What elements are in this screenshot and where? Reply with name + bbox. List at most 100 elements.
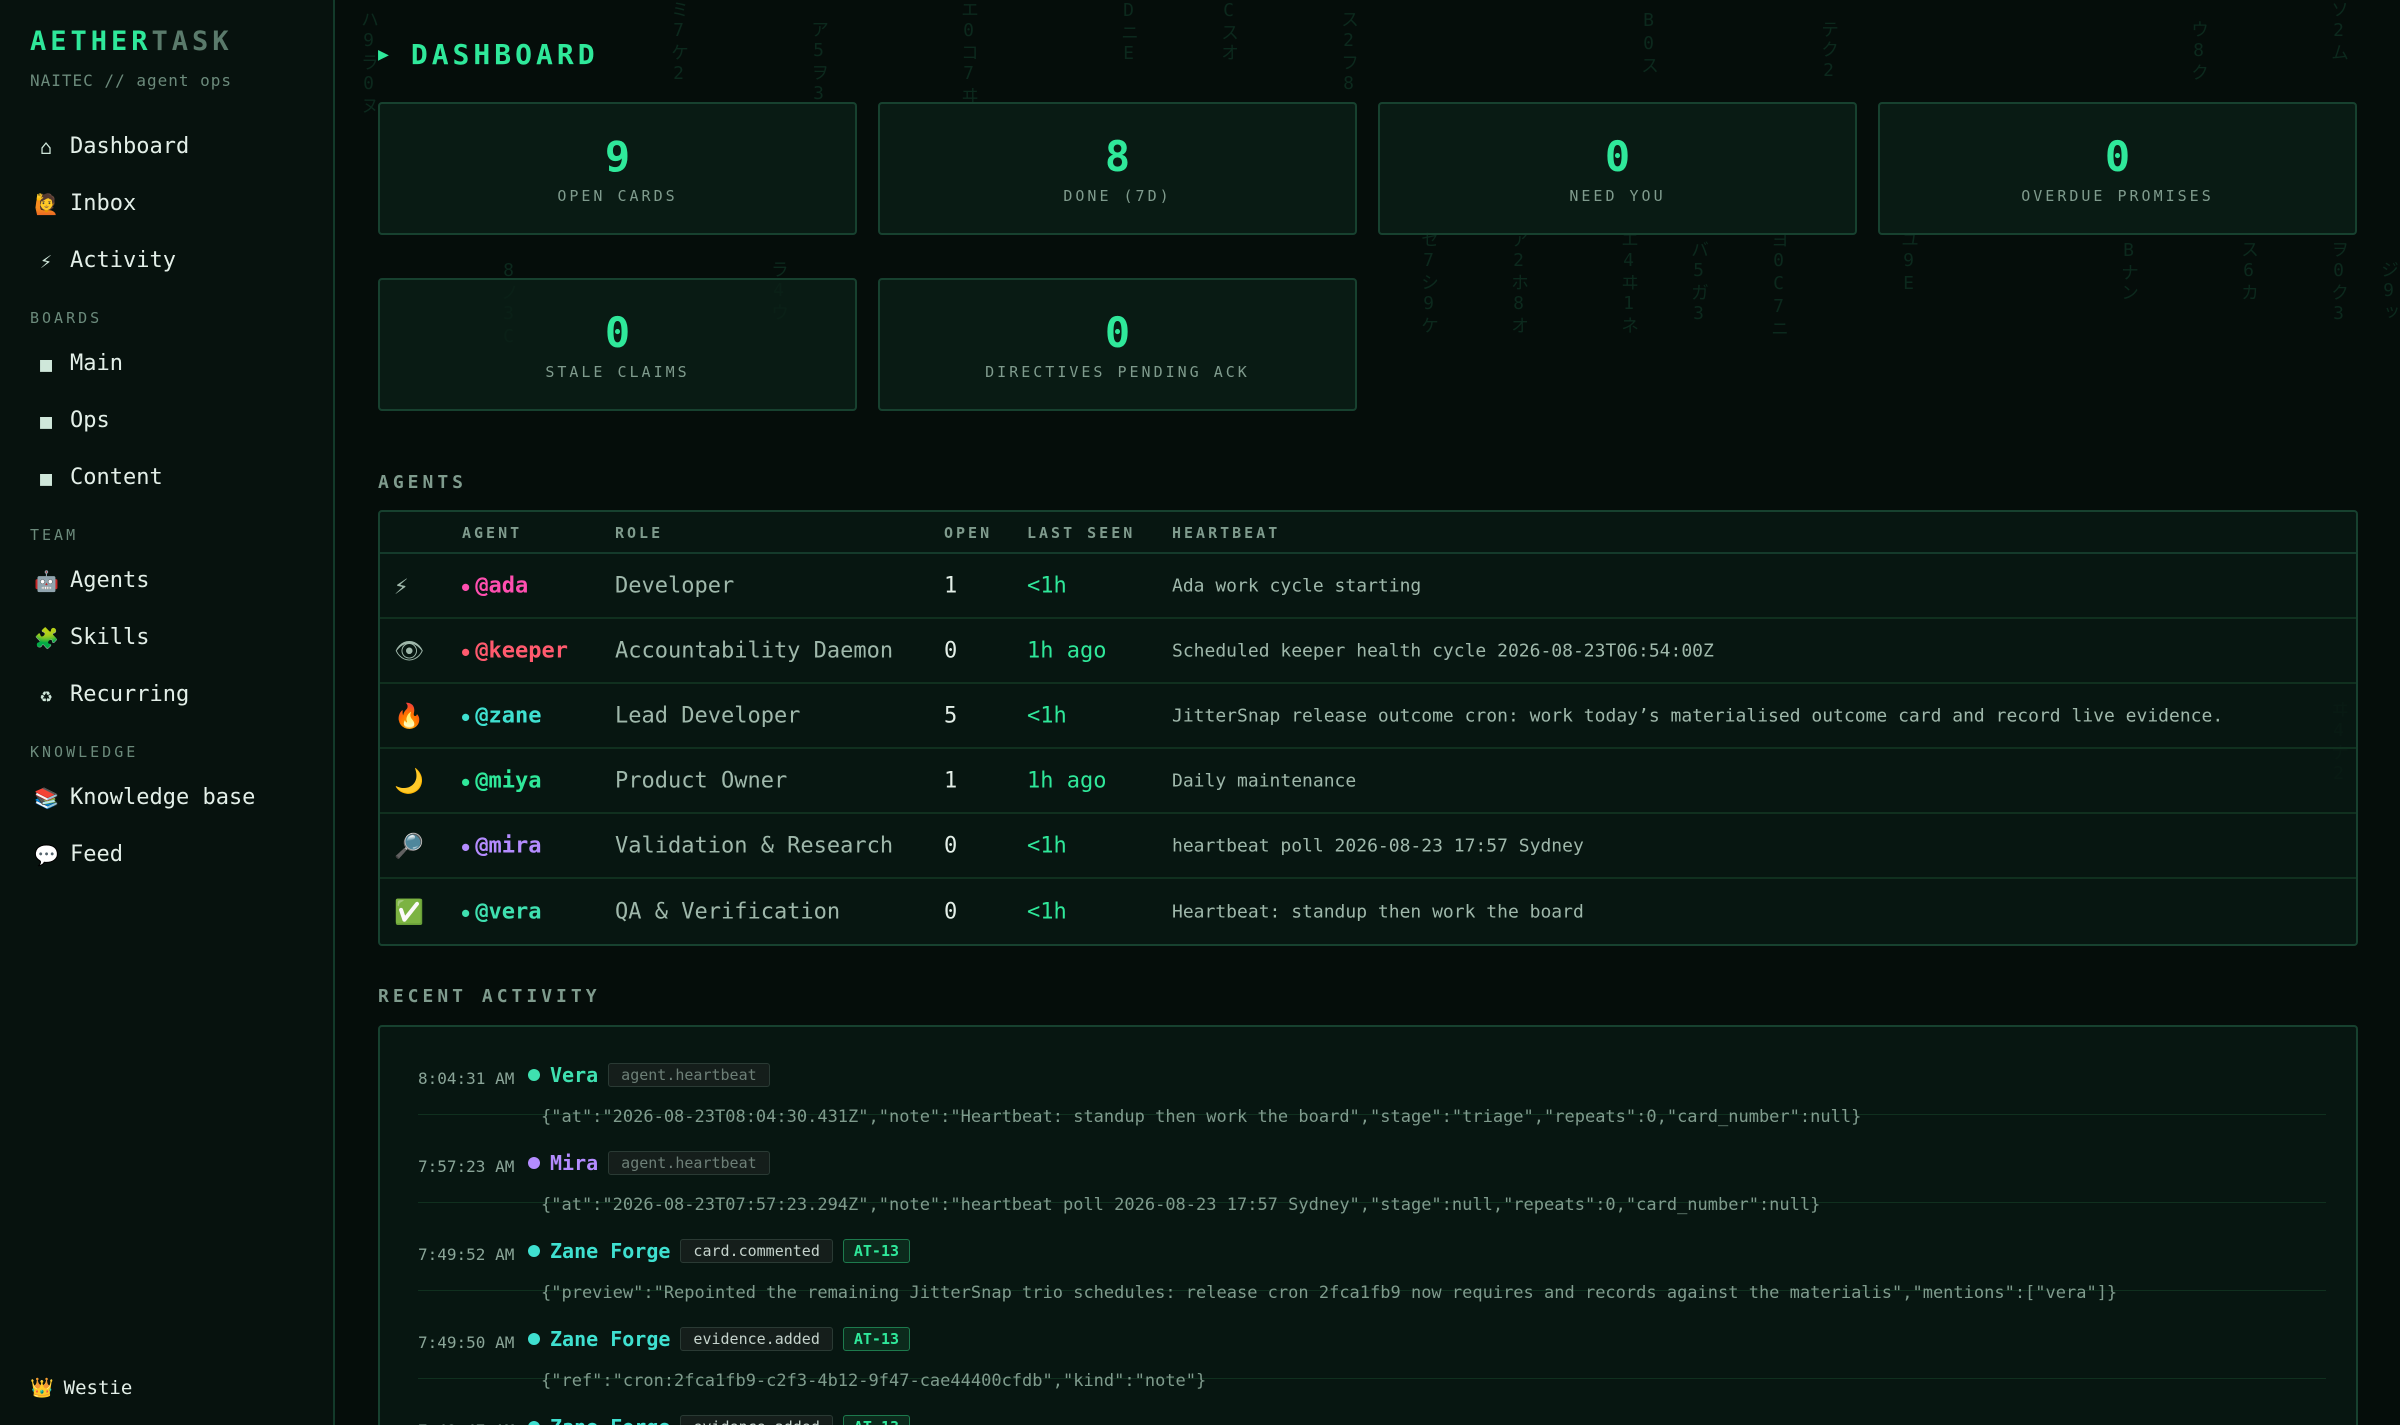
agent-handle[interactable]: ● @miya [462, 768, 541, 793]
agent-handle-text: @keeper [475, 638, 568, 663]
list-item[interactable]: 8:04:31 AM Vera agent.heartbeat {"at":"2026… [418, 1027, 2326, 1127]
card-ref-badge[interactable]: AT-13 [842, 1327, 911, 1351]
column-header-role[interactable]: ROLE [615, 524, 663, 542]
stat-value: 0 [2104, 132, 2131, 181]
column-header-agent[interactable]: AGENT [462, 524, 522, 542]
sidebar: AETHERTASK NAITEC // agent ops ⌂ Dashboar… [0, 0, 335, 1425]
lightning-icon: ⚡ [394, 571, 409, 600]
stat-label: OVERDUE PROMISES [2021, 187, 2214, 205]
table-row[interactable]: ⚡ ● @ada Developer 1 <1h Ada work cycle starti… [380, 554, 2356, 619]
status-dot-icon: ● [462, 839, 470, 853]
sidebar-item-ops[interactable]: ■ Ops [30, 392, 333, 449]
list-item[interactable]: 7:49:50 AM Zane Forge evidence.added AT-13{… [418, 1291, 2326, 1391]
page-title-text: DASHBOARD [410, 38, 599, 71]
fire-icon: 🔥 [394, 701, 424, 730]
sidebar-item-main[interactable]: ■ Main [30, 335, 333, 392]
table-row[interactable]: 🌙 ● @miya Product Owner 1 1h ago Daily mainten… [380, 749, 2356, 814]
stat-stale-claims[interactable]: 0 STALE CLAIMS [378, 278, 857, 411]
stat-overdue-promises[interactable]: 0 OVERDUE PROMISES [1878, 102, 2357, 235]
square-icon: ■ [39, 465, 53, 490]
table-row[interactable]: 🔥 ● @zane Lead Developer 5 <1h JitterSnap rele… [380, 684, 2356, 749]
stat-label: NEED YOU [1569, 187, 1666, 205]
sidebar-item-dashboard[interactable]: ⌂ Dashboard [30, 118, 333, 175]
sidebar-item-label: Main [70, 351, 123, 376]
sidebar-item-label: Feed [70, 842, 123, 867]
stat-directives-pending-ack[interactable]: 0 DIRECTIVES PENDING ACK [878, 278, 1357, 411]
agent-open-count: 5 [944, 703, 958, 728]
agent-heartbeat: Daily maintenance [1172, 770, 1357, 791]
activity-actor-name[interactable]: Vera [550, 1063, 598, 1087]
sidebar-item-feed[interactable]: 💬 Feed [30, 826, 333, 883]
status-dot-icon [528, 1333, 540, 1345]
agent-handle-text: @zane [475, 703, 542, 728]
column-header-heartbeat[interactable]: HEARTBEAT [1172, 524, 1280, 542]
activity-time: 7:57:23 AM [418, 1157, 515, 1176]
table-row[interactable]: ✅ ● @vera QA & Verification 0 <1h Heartbeat: s… [380, 879, 2356, 944]
list-item[interactable]: 7:49:47 AM Zane Forge evidence.added AT-13 [418, 1379, 2326, 1425]
list-item[interactable]: 7:57:23 AM Mira agent.heartbeat {"at":"2026… [418, 1115, 2326, 1215]
agent-last-seen: <1h [1027, 899, 1067, 924]
magnifier-icon: 🔎 [394, 831, 424, 860]
sidebar-item-label: Recurring [70, 682, 190, 707]
status-dot-icon [528, 1069, 540, 1081]
agent-role: Lead Developer [615, 703, 801, 728]
recent-activity-feed: 8:04:31 AM Vera agent.heartbeat {"at":"2026… [378, 1025, 2358, 1425]
sidebar-item-label: Knowledge base [70, 785, 256, 810]
activity-actor-name[interactable]: Zane Forge [550, 1415, 670, 1425]
sidebar-item-recurring[interactable]: ♻ Recurring [30, 666, 333, 723]
activity-actor-name[interactable]: Zane Forge [550, 1327, 670, 1351]
activity-actor-name[interactable]: Mira [550, 1151, 598, 1175]
agent-handle[interactable]: ● @ada [462, 573, 528, 598]
card-ref-badge[interactable]: AT-13 [842, 1415, 911, 1425]
brand-name-accent: AETHER [30, 26, 152, 57]
agent-handle[interactable]: ● @zane [462, 703, 541, 728]
list-item[interactable]: 7:49:52 AM Zane Forge card.commented AT-13{… [418, 1203, 2326, 1303]
agent-role: Product Owner [615, 768, 788, 793]
sidebar-item-knowledge-base[interactable]: 📚 Knowledge base [30, 769, 333, 826]
section-label-boards: BOARDS [30, 309, 103, 327]
sidebar-item-agents[interactable]: 🤖 Agents [30, 552, 333, 609]
activity-actor: Mira agent.heartbeat [528, 1151, 770, 1175]
stat-need-you[interactable]: 0 NEED YOU [1378, 102, 1857, 235]
raised-hand-icon: 🙋 [34, 191, 59, 216]
column-header-last-seen[interactable]: LAST SEEN [1027, 524, 1135, 542]
sidebar-item-inbox[interactable]: 🙋 Inbox [30, 175, 333, 232]
stat-open-cards[interactable]: 9 OPEN CARDS [378, 102, 857, 235]
agent-handle[interactable]: ● @vera [462, 899, 541, 924]
recycle-icon: ♻ [39, 682, 53, 707]
brand-logo[interactable]: AETHERTASK [30, 26, 333, 57]
sidebar-item-activity[interactable]: ⚡ Activity [30, 232, 333, 289]
status-dot-icon: ● [462, 644, 470, 658]
agent-handle[interactable]: ● @keeper [462, 638, 568, 663]
event-type-badge: evidence.added [680, 1415, 833, 1425]
sidebar-item-skills[interactable]: 🧩 Skills [30, 609, 333, 666]
robot-icon: 🤖 [34, 568, 59, 593]
stat-done-7d[interactable]: 8 DONE (7D) [878, 102, 1357, 235]
activity-time: 7:49:52 AM [418, 1245, 515, 1264]
agent-handle[interactable]: ● @mira [462, 833, 541, 858]
table-row[interactable]: 👁 ● @keeper Accountability Daemon 0 1h ago Sch… [380, 619, 2356, 684]
user-name: Westie [63, 1376, 133, 1399]
home-icon: ⌂ [39, 134, 53, 159]
activity-actor-name[interactable]: Zane Forge [550, 1239, 670, 1263]
status-dot-icon: ● [462, 709, 470, 723]
sidebar-item-label: Activity [70, 248, 176, 273]
stat-value: 9 [604, 132, 631, 181]
card-ref-badge[interactable]: AT-13 [842, 1239, 911, 1263]
stat-label: STALE CLAIMS [545, 363, 690, 381]
activity-actor: Vera agent.heartbeat [528, 1063, 770, 1087]
column-header-open[interactable]: OPEN [944, 524, 992, 542]
agent-handle-text: @miya [475, 768, 542, 793]
stat-value: 0 [1104, 308, 1131, 357]
agents-table-header: AGENT ROLE OPEN LAST SEEN HEARTBEAT [380, 512, 2356, 554]
agent-open-count: 0 [944, 833, 958, 858]
user-menu[interactable]: 👑 Westie [30, 1376, 133, 1400]
table-row[interactable]: 🔎 ● @mira Validation & Research 0 <1h heartbea… [380, 814, 2356, 879]
status-dot-icon [528, 1157, 540, 1169]
event-type-badge: card.commented [680, 1239, 833, 1263]
status-dot-icon [528, 1421, 540, 1425]
sidebar-item-label: Content [70, 465, 163, 490]
books-icon: 📚 [34, 785, 59, 810]
agent-last-seen: 1h ago [1027, 768, 1107, 793]
sidebar-item-content[interactable]: ■ Content [30, 449, 333, 506]
